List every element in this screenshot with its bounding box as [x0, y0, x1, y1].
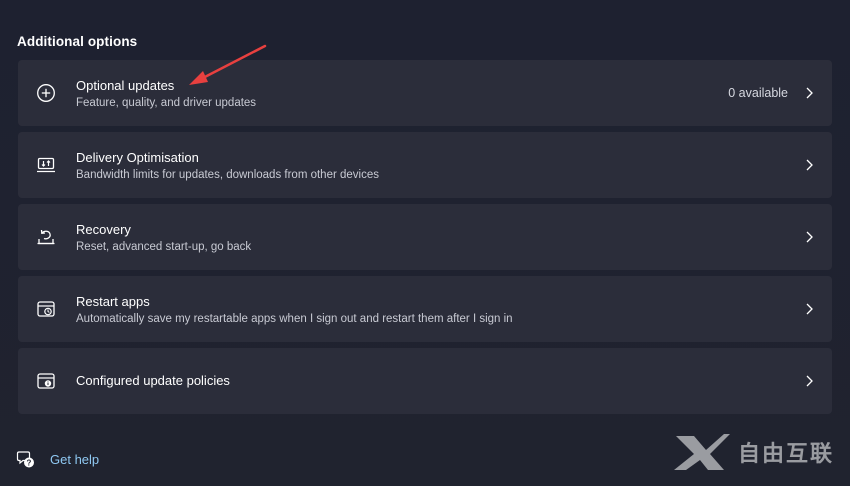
get-help-link[interactable]: ? Get help [16, 449, 99, 469]
policy-icon [37, 373, 55, 389]
recovery-text: Recovery Reset, advanced start-up, go ba… [76, 222, 251, 255]
delivery-optimisation-text: Delivery Optimisation Bandwidth limits f… [76, 150, 379, 183]
optional-updates-right: 0 available [728, 85, 814, 101]
optional-updates-card[interactable]: Optional updates Feature, quality, and d… [18, 60, 832, 126]
configured-update-policies-text: Configured update policies [76, 373, 230, 389]
restart-apps-title: Restart apps [76, 294, 150, 309]
recovery-icon [37, 229, 55, 245]
recovery-card[interactable]: Recovery Reset, advanced start-up, go ba… [18, 204, 832, 270]
restart-apps-text: Restart apps Automatically save my resta… [76, 294, 513, 327]
configured-update-policies-title: Configured update policies [76, 373, 230, 388]
chevron-right-icon [806, 375, 813, 387]
recovery-subtitle: Reset, advanced start-up, go back [76, 241, 252, 253]
recovery-title: Recovery [76, 222, 131, 237]
optional-updates-title: Optional updates [76, 78, 175, 93]
recovery-right [804, 229, 814, 245]
optional-updates-subtitle: Feature, quality, and driver updates [76, 97, 257, 109]
delivery-optimisation-right [804, 157, 814, 173]
chevron-right-icon [806, 159, 813, 171]
plus-circle-icon [37, 84, 55, 102]
restart-apps-subtitle: Automatically save my restartable apps w… [76, 313, 513, 325]
x-logo-icon [673, 434, 730, 470]
optional-updates-status: 0 available [728, 86, 788, 100]
chevron-right-icon [806, 87, 813, 99]
watermark-logo: 自由互联 [672, 432, 834, 472]
chevron-right-icon [806, 231, 813, 243]
get-help-label: Get help [50, 451, 100, 467]
restart-apps-card[interactable]: Restart apps Automatically save my resta… [18, 276, 832, 342]
delivery-optimisation-icon [37, 157, 55, 173]
configured-update-policies-card[interactable]: Configured update policies [18, 348, 832, 414]
configured-update-policies-right [804, 373, 814, 389]
delivery-optimisation-card[interactable]: Delivery Optimisation Bandwidth limits f… [18, 132, 832, 198]
section-title: Additional options [17, 34, 138, 49]
svg-text:?: ? [27, 458, 32, 467]
help-chat-icon: ? [16, 451, 34, 468]
restart-apps-icon [37, 301, 55, 317]
delivery-optimisation-title: Delivery Optimisation [76, 150, 199, 165]
chevron-right-icon [806, 303, 813, 315]
watermark-text: 自由互联 [737, 441, 834, 466]
restart-apps-right [804, 301, 814, 317]
optional-updates-text: Optional updates Feature, quality, and d… [76, 78, 256, 111]
delivery-optimisation-subtitle: Bandwidth limits for updates, downloads … [76, 169, 379, 181]
settings-page: Additional options Optional updates Feat… [0, 0, 850, 486]
